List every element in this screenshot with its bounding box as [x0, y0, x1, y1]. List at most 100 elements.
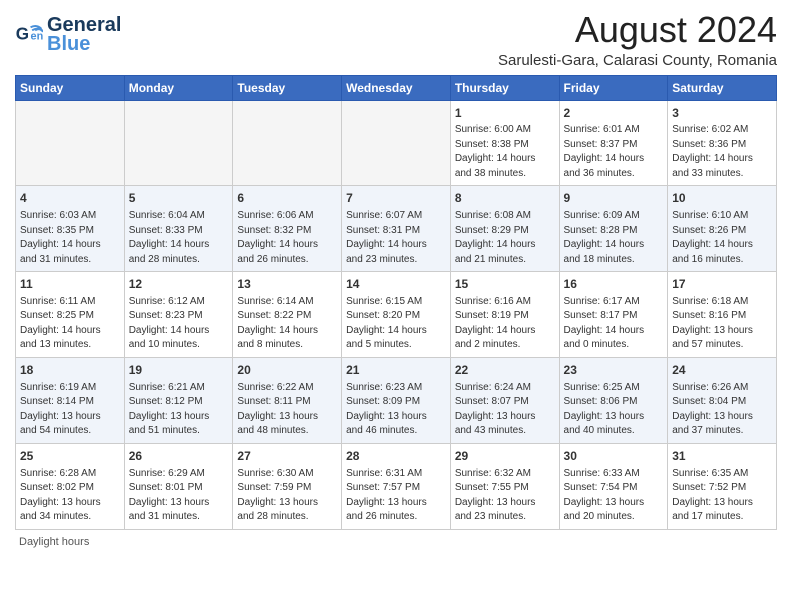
day-info: Sunrise: 6:14 AM Sunset: 8:22 PM Dayligh…	[237, 295, 337, 353]
calendar-cell: 8 Sunrise: 6:08 AM Sunset: 8:29 PM Daylig…	[450, 186, 559, 272]
calendar-header-row: SundayMondayTuesdayWednesdayThursdayFrid…	[16, 75, 777, 100]
day-info: Sunrise: 6:12 AM Sunset: 8:23 PM Dayligh…	[129, 295, 229, 353]
day-info: Sunrise: 6:06 AM Sunset: 8:32 PM Dayligh…	[237, 209, 337, 267]
day-info: Sunrise: 6:29 AM Sunset: 8:01 PM Dayligh…	[129, 467, 229, 525]
day-number: 23	[564, 362, 664, 379]
calendar-cell: 28Sunrise: 6:31 AM Sunset: 7:57 PM Dayli…	[342, 443, 451, 529]
calendar-cell: 10Sunrise: 6:10 AM Sunset: 8:26 PM Dayli…	[668, 186, 777, 272]
calendar-cell	[16, 100, 125, 186]
day-number: 5	[129, 190, 229, 207]
calendar-cell: 26 Sunrise: 6:29 AM Sunset: 8:01 PM Dayli…	[124, 443, 233, 529]
day-info: Sunrise: 6:08 AM Sunset: 8:29 PM Dayligh…	[455, 209, 555, 267]
day-number: 12	[129, 276, 229, 293]
calendar-cell: 1Sunrise: 6:00 AM Sunset: 8:38 PM Daylig…	[450, 100, 559, 186]
logo: G eneral General Blue	[15, 14, 121, 56]
calendar-cell: 29Sunrise: 6:32 AM Sunset: 7:55 PM Dayli…	[450, 443, 559, 529]
day-number: 7	[346, 190, 446, 207]
day-info: Sunrise: 6:28 AM Sunset: 8:02 PM Dayligh…	[20, 467, 120, 525]
day-info: Sunrise: 6:24 AM Sunset: 8:07 PM Dayligh…	[455, 381, 555, 439]
day-number: 29	[455, 448, 555, 465]
calendar-cell: 30Sunrise: 6:33 AM Sunset: 7:54 PM Dayli…	[559, 443, 668, 529]
day-number: 17	[672, 276, 772, 293]
day-info: Sunrise: 6:33 AM Sunset: 7:54 PM Dayligh…	[564, 467, 664, 525]
calendar-cell: 20 Sunrise: 6:22 AM Sunset: 8:11 PM Dayli…	[233, 357, 342, 443]
day-info: Sunrise: 6:22 AM Sunset: 8:11 PM Dayligh…	[237, 381, 337, 439]
day-info: Sunrise: 6:30 AM Sunset: 7:59 PM Dayligh…	[237, 467, 337, 525]
calendar-cell: 15 Sunrise: 6:16 AM Sunset: 8:19 PM Dayli…	[450, 272, 559, 358]
calendar-cell: 21 Sunrise: 6:23 AM Sunset: 8:09 PM Dayli…	[342, 357, 451, 443]
calendar-cell: 11 Sunrise: 6:11 AM Sunset: 8:25 PM Dayli…	[16, 272, 125, 358]
calendar-cell	[233, 100, 342, 186]
calendar-cell: 23 Sunrise: 6:25 AM Sunset: 8:06 PM Dayli…	[559, 357, 668, 443]
calendar-cell: 9 Sunrise: 6:09 AM Sunset: 8:28 PM Daylig…	[559, 186, 668, 272]
day-number: 31	[672, 448, 772, 465]
day-number: 22	[455, 362, 555, 379]
day-number: 19	[129, 362, 229, 379]
sub-title: Sarulesti-Gara, Calarasi County, Romania	[498, 52, 777, 69]
calendar-cell: 6Sunrise: 6:06 AM Sunset: 8:32 PM Daylig…	[233, 186, 342, 272]
calendar-cell: 24 Sunrise: 6:26 AM Sunset: 8:04 PM Dayli…	[668, 357, 777, 443]
day-number: 24	[672, 362, 772, 379]
day-number: 14	[346, 276, 446, 293]
svg-text:G: G	[16, 25, 29, 44]
day-number: 16	[564, 276, 664, 293]
calendar-cell: 3Sunrise: 6:02 AM Sunset: 8:36 PM Daylig…	[668, 100, 777, 186]
day-info: Sunrise: 6:35 AM Sunset: 7:52 PM Dayligh…	[672, 467, 772, 525]
calendar-week-row: 18 Sunrise: 6:19 AM Sunset: 8:14 PM Dayli…	[16, 357, 777, 443]
day-number: 1	[455, 105, 555, 122]
day-info: Sunrise: 6:00 AM Sunset: 8:38 PM Dayligh…	[455, 123, 555, 181]
day-number: 9	[564, 190, 664, 207]
calendar-cell: 2Sunrise: 6:01 AM Sunset: 8:37 PM Daylig…	[559, 100, 668, 186]
calendar-cell: 7 Sunrise: 6:07 AM Sunset: 8:31 PM Daylig…	[342, 186, 451, 272]
main-title: August 2024	[498, 10, 777, 50]
calendar-cell: 12 Sunrise: 6:12 AM Sunset: 8:23 PM Dayli…	[124, 272, 233, 358]
day-number: 3	[672, 105, 772, 122]
calendar-cell: 31 Sunrise: 6:35 AM Sunset: 7:52 PM Dayli…	[668, 443, 777, 529]
day-info: Sunrise: 6:23 AM Sunset: 8:09 PM Dayligh…	[346, 381, 446, 439]
title-block: August 2024 Sarulesti-Gara, Calarasi Cou…	[498, 10, 777, 69]
weekday-header: Wednesday	[342, 75, 451, 100]
day-number: 18	[20, 362, 120, 379]
calendar-cell: 19 Sunrise: 6:21 AM Sunset: 8:12 PM Dayli…	[124, 357, 233, 443]
day-info: Sunrise: 6:07 AM Sunset: 8:31 PM Dayligh…	[346, 209, 446, 267]
day-info: Sunrise: 6:01 AM Sunset: 8:37 PM Dayligh…	[564, 123, 664, 181]
day-info: Sunrise: 6:19 AM Sunset: 8:14 PM Dayligh…	[20, 381, 120, 439]
calendar-cell: 5Sunrise: 6:04 AM Sunset: 8:33 PM Daylig…	[124, 186, 233, 272]
calendar-cell: 25 Sunrise: 6:28 AM Sunset: 8:02 PM Dayli…	[16, 443, 125, 529]
day-info: Sunrise: 6:11 AM Sunset: 8:25 PM Dayligh…	[20, 295, 120, 353]
day-number: 26	[129, 448, 229, 465]
weekday-header: Friday	[559, 75, 668, 100]
day-number: 20	[237, 362, 337, 379]
day-number: 8	[455, 190, 555, 207]
day-info: Sunrise: 6:18 AM Sunset: 8:16 PM Dayligh…	[672, 295, 772, 353]
day-info: Sunrise: 6:21 AM Sunset: 8:12 PM Dayligh…	[129, 381, 229, 439]
day-number: 11	[20, 276, 120, 293]
day-info: Sunrise: 6:16 AM Sunset: 8:19 PM Dayligh…	[455, 295, 555, 353]
weekday-header: Saturday	[668, 75, 777, 100]
calendar-week-row: 11 Sunrise: 6:11 AM Sunset: 8:25 PM Dayli…	[16, 272, 777, 358]
day-info: Sunrise: 6:15 AM Sunset: 8:20 PM Dayligh…	[346, 295, 446, 353]
day-number: 25	[20, 448, 120, 465]
day-number: 2	[564, 105, 664, 122]
calendar-cell: 18 Sunrise: 6:19 AM Sunset: 8:14 PM Dayli…	[16, 357, 125, 443]
day-info: Sunrise: 6:25 AM Sunset: 8:06 PM Dayligh…	[564, 381, 664, 439]
day-info: Sunrise: 6:26 AM Sunset: 8:04 PM Dayligh…	[672, 381, 772, 439]
day-number: 10	[672, 190, 772, 207]
calendar-cell: 4Sunrise: 6:03 AM Sunset: 8:35 PM Daylig…	[16, 186, 125, 272]
day-info: Sunrise: 6:09 AM Sunset: 8:28 PM Dayligh…	[564, 209, 664, 267]
weekday-header: Sunday	[16, 75, 125, 100]
svg-text:eneral: eneral	[31, 31, 43, 43]
header: G eneral General Blue August 2024 Sarule…	[15, 10, 777, 69]
day-number: 15	[455, 276, 555, 293]
day-number: 4	[20, 190, 120, 207]
calendar-week-row: 25 Sunrise: 6:28 AM Sunset: 8:02 PM Dayli…	[16, 443, 777, 529]
calendar-cell: 13Sunrise: 6:14 AM Sunset: 8:22 PM Dayli…	[233, 272, 342, 358]
calendar-cell: 22 Sunrise: 6:24 AM Sunset: 8:07 PM Dayli…	[450, 357, 559, 443]
weekday-header: Monday	[124, 75, 233, 100]
day-number: 21	[346, 362, 446, 379]
calendar-table: SundayMondayTuesdayWednesdayThursdayFrid…	[15, 75, 777, 530]
calendar-week-row: 4Sunrise: 6:03 AM Sunset: 8:35 PM Daylig…	[16, 186, 777, 272]
calendar-week-row: 1Sunrise: 6:00 AM Sunset: 8:38 PM Daylig…	[16, 100, 777, 186]
day-number: 27	[237, 448, 337, 465]
calendar-cell: 16Sunrise: 6:17 AM Sunset: 8:17 PM Dayli…	[559, 272, 668, 358]
